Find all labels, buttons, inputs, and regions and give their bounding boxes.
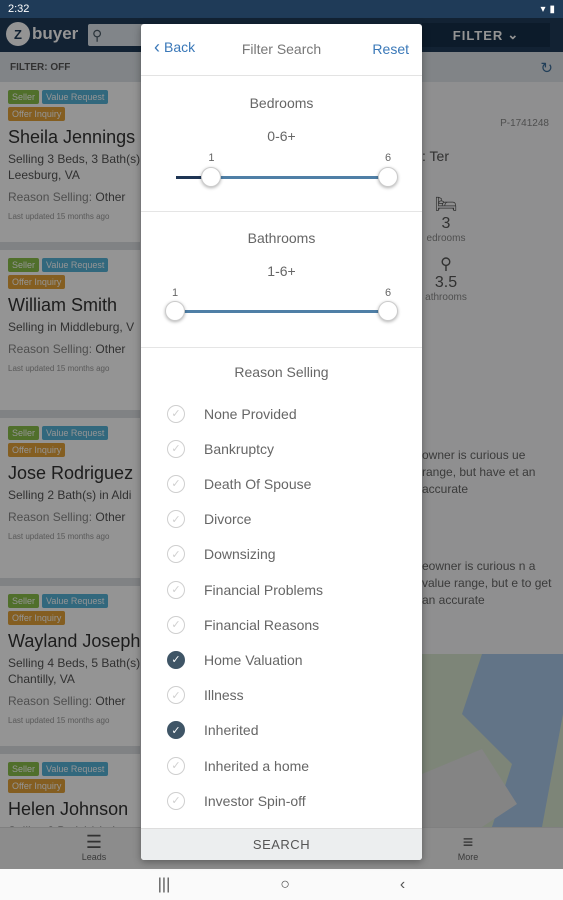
reason-label: Investor Spin-off — [204, 792, 306, 809]
reason-option[interactable]: ✓ Bankruptcy — [141, 431, 422, 466]
bedrooms-max-thumb[interactable] — [378, 167, 398, 187]
system-nav-bar: ||| ○ ‹ — [0, 869, 563, 900]
reset-button[interactable]: Reset — [372, 41, 409, 57]
home-icon[interactable]: ○ — [280, 876, 290, 894]
status-bar: 2:32 ▾ ▮ — [0, 0, 563, 18]
unchecked-circle-icon[interactable]: ✓ — [167, 474, 185, 493]
bathrooms-title: Bathrooms — [247, 230, 316, 246]
wifi-icon: ▾ — [540, 3, 546, 15]
unchecked-circle-icon[interactable]: ✓ — [167, 615, 185, 634]
reason-label: Inherited a home — [204, 757, 310, 774]
unchecked-circle-icon[interactable]: ✓ — [167, 686, 185, 705]
reason-label: Downsizing — [204, 546, 276, 563]
checked-circle-icon[interactable]: ✓ — [167, 650, 185, 669]
bathrooms-section: Bathrooms 1-6+ 1 6 — [141, 212, 422, 348]
bedrooms-range-text: 0-6+ — [267, 128, 296, 144]
recents-icon[interactable]: ||| — [158, 876, 170, 894]
bedrooms-section: Bedrooms 0-6+ 1 6 — [141, 76, 422, 212]
unchecked-circle-icon[interactable]: ✓ — [167, 545, 185, 564]
reason-option[interactable]: ✓ Inherited — [141, 713, 422, 748]
reason-option[interactable]: ✓ Home Valuation — [141, 642, 422, 677]
reason-option[interactable]: ✓ Downsizing — [141, 537, 422, 572]
battery-icon: ▮ — [549, 3, 555, 15]
bedrooms-min-thumb[interactable] — [201, 167, 222, 187]
reason-option[interactable]: ✓ Death Of Spouse — [141, 466, 422, 501]
bathrooms-min-label: 1 — [172, 287, 179, 299]
reason-label: Financial Problems — [204, 581, 324, 598]
bathrooms-max-label: 6 — [385, 287, 392, 299]
reason-label: Financial Reasons — [204, 616, 320, 633]
reason-label: None Provided — [204, 405, 297, 422]
bedrooms-max-label: 6 — [385, 152, 392, 164]
reason-option[interactable]: ✓ Financial Reasons — [141, 607, 422, 642]
reason-label: Death Of Spouse — [204, 475, 312, 492]
unchecked-circle-icon[interactable]: ✓ — [167, 756, 185, 775]
unchecked-circle-icon[interactable]: ✓ — [167, 791, 185, 810]
unchecked-circle-icon[interactable]: ✓ — [167, 580, 185, 599]
bedrooms-min-label: 1 — [208, 152, 215, 164]
reason-label: Illness — [204, 687, 244, 704]
unchecked-circle-icon[interactable]: ✓ — [167, 510, 185, 529]
modal-header: ‹ Back Filter Search Reset — [141, 24, 422, 76]
search-button[interactable]: SEARCH — [141, 828, 422, 860]
bedrooms-slider-track[interactable] — [211, 176, 388, 179]
unchecked-circle-icon[interactable]: ✓ — [167, 404, 185, 423]
reason-selling-title: Reason Selling — [234, 364, 329, 380]
filter-search-modal: ‹ Back Filter Search Reset Bedrooms 0-6+… — [141, 24, 422, 860]
reason-option[interactable]: ✓ None Provided — [141, 396, 422, 431]
back-icon[interactable]: ‹ — [400, 876, 405, 894]
status-icons: ▾ ▮ — [540, 4, 555, 15]
bathrooms-min-thumb[interactable] — [165, 301, 185, 321]
reason-option[interactable]: ✓ Illness — [141, 678, 422, 713]
bathrooms-slider-track[interactable] — [175, 310, 388, 313]
unchecked-circle-icon[interactable]: ✓ — [167, 439, 185, 458]
reason-label: Divorce — [204, 511, 252, 528]
checked-circle-icon[interactable]: ✓ — [167, 721, 185, 740]
bathrooms-range-text: 1-6+ — [267, 263, 296, 279]
reason-option[interactable]: ✓ Investor Spin-off — [141, 783, 422, 818]
reason-option[interactable]: ✓ Inherited a home — [141, 748, 422, 783]
reason-label: Inherited — [204, 722, 259, 739]
reason-label: Bankruptcy — [204, 440, 275, 457]
status-time: 2:32 — [8, 3, 30, 15]
reason-option[interactable]: ✓ Financial Problems — [141, 572, 422, 607]
reason-label: Home Valuation — [204, 651, 303, 668]
reason-option[interactable]: ✓ Divorce — [141, 502, 422, 537]
bathrooms-max-thumb[interactable] — [378, 301, 398, 321]
bedrooms-title: Bedrooms — [249, 95, 314, 111]
